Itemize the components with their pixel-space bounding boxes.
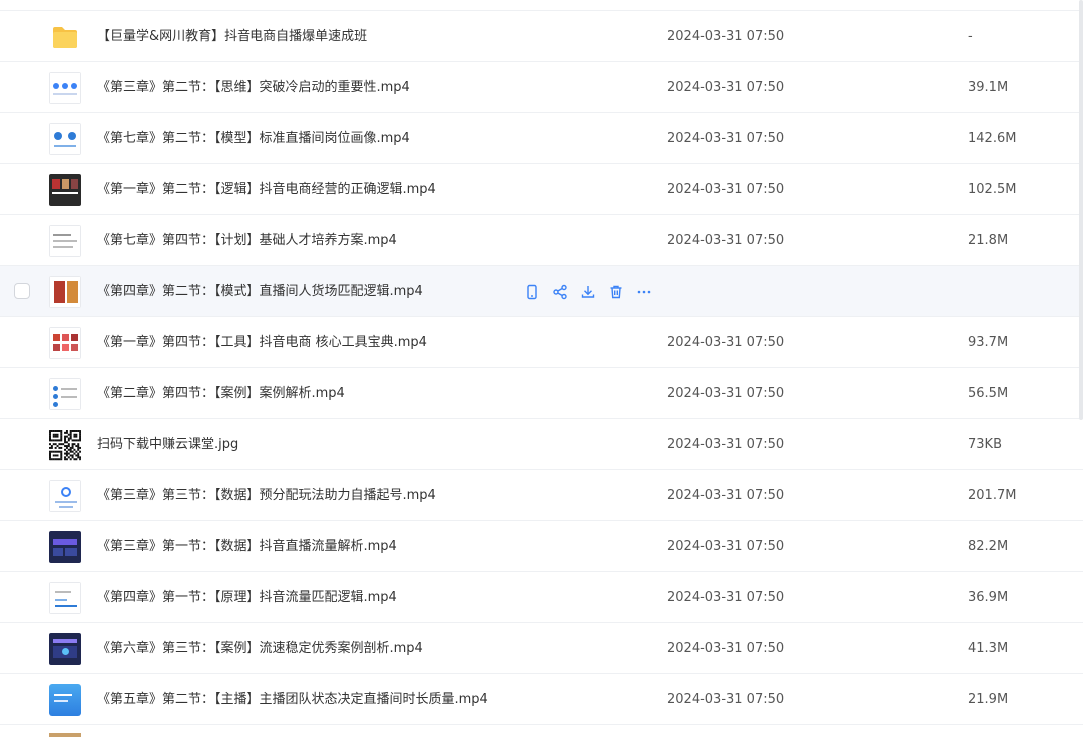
file-row[interactable]: 《第五章》第二节：【主播】主播团队状态决定直播间时长质量.mp4 2024-03-… [0, 674, 1083, 725]
file-row[interactable]: 《第二章》第四节：【案例】案例解析.mp4 2024-03-31 07:50 56.… [0, 368, 1083, 419]
qr-code-thumbnail [49, 429, 81, 461]
file-row[interactable]: 《第一章》第二节：【逻辑】抖音电商经营的正确逻辑.mp4 2024-03-31 0… [0, 164, 1083, 215]
modified-date: 2024-03-31 07:50 [667, 29, 785, 44]
file-size: 36.9M [968, 590, 1009, 605]
file-size: 41.3M [968, 641, 1009, 656]
file-row[interactable]: 《第七章》第二节：【模型】标准直播间岗位画像.mp4 2024-03-31 07:… [0, 113, 1083, 164]
file-name[interactable]: 《第四章》第一节：【原理】抖音流量匹配逻辑.mp4 [97, 572, 397, 623]
file-row[interactable]: 《第一章》第四节：【工具】抖音电商 核心工具宝典.mp4 2024-03-31 0… [0, 317, 1083, 368]
file-row[interactable]: 《第四章》第二节：【模式】直播间人货场匹配逻辑.mp4 [0, 266, 1083, 317]
modified-date: 2024-03-31 07:50 [667, 437, 785, 452]
file-thumbnail [49, 531, 81, 563]
modified-date: 2024-03-31 07:50 [667, 335, 785, 350]
modified-date: 2024-03-31 07:50 [667, 590, 785, 605]
top-divider [0, 10, 1083, 11]
download-icon[interactable] [578, 282, 598, 302]
file-size: 93.7M [968, 335, 1009, 350]
modified-date: 2024-03-31 07:50 [667, 182, 785, 197]
modified-date: 2024-03-31 07:50 [667, 641, 785, 656]
phone-icon[interactable] [522, 282, 542, 302]
modified-date: 2024-03-31 07:50 [667, 386, 785, 401]
file-name[interactable]: 《第五章》第二节：【主播】主播团队状态决定直播间时长质量.mp4 [97, 674, 488, 725]
file-size: 82.2M [968, 539, 1009, 554]
file-size: 56.5M [968, 386, 1009, 401]
file-row[interactable]: 《第六章》第三节：【案例】流速稳定优秀案例剖析.mp4 2024-03-31 07… [0, 623, 1083, 674]
delete-icon[interactable] [606, 282, 626, 302]
file-name[interactable]: 《第七章》第二节：【模型】标准直播间岗位画像.mp4 [97, 113, 410, 164]
file-thumbnail [49, 72, 81, 104]
next-row-thumbnail-peek [49, 733, 81, 737]
file-size: 39.1M [968, 80, 1009, 95]
file-name[interactable]: 《第三章》第一节：【数据】抖音直播流量解析.mp4 [97, 521, 397, 572]
modified-date: 2024-03-31 07:50 [667, 80, 785, 95]
file-row[interactable]: 《第三章》第一节：【数据】抖音直播流量解析.mp4 2024-03-31 07:5… [0, 521, 1083, 572]
file-row[interactable]: 《第四章》第一节：【原理】抖音流量匹配逻辑.mp4 2024-03-31 07:5… [0, 572, 1083, 623]
share-icon[interactable] [550, 282, 570, 302]
file-name[interactable]: 《第四章》第二节：【模式】直播间人货场匹配逻辑.mp4 [97, 266, 423, 317]
file-name[interactable]: 《第三章》第二节：【思维】突破冷启动的重要性.mp4 [97, 62, 410, 113]
file-thumbnail [49, 582, 81, 614]
file-thumbnail [49, 174, 81, 206]
modified-date: 2024-03-31 07:50 [667, 131, 785, 146]
file-row[interactable]: 《第三章》第二节：【思维】突破冷启动的重要性.mp4 2024-03-31 07:… [0, 62, 1083, 113]
file-name[interactable]: 《第一章》第二节：【逻辑】抖音电商经营的正确逻辑.mp4 [97, 164, 436, 215]
file-size: 21.9M [968, 692, 1009, 707]
file-thumbnail [49, 225, 81, 257]
file-name[interactable]: 《第一章》第四节：【工具】抖音电商 核心工具宝典.mp4 [97, 317, 427, 368]
file-row[interactable]: 扫码下载中赚云课堂.jpg 2024-03-31 07:50 73KB [0, 419, 1083, 470]
file-thumbnail [49, 123, 81, 155]
scrollbar[interactable] [1079, 0, 1083, 420]
file-name[interactable]: 《第三章》第三节：【数据】预分配玩法助力自播起号.mp4 [97, 470, 436, 521]
file-name[interactable]: 【巨量学&网川教育】抖音电商自播爆单速成班 [97, 11, 367, 62]
folder-icon [49, 21, 81, 53]
file-size: 142.6M [968, 131, 1017, 146]
file-size: 102.5M [968, 182, 1017, 197]
file-name[interactable]: 扫码下载中赚云课堂.jpg [97, 419, 238, 470]
modified-date: 2024-03-31 07:50 [667, 233, 785, 248]
file-name[interactable]: 《第六章》第三节：【案例】流速稳定优秀案例剖析.mp4 [97, 623, 423, 674]
file-thumbnail [49, 480, 81, 512]
file-size: - [968, 29, 973, 44]
file-row[interactable]: 《第三章》第三节：【数据】预分配玩法助力自播起号.mp4 2024-03-31 0… [0, 470, 1083, 521]
file-thumbnail [49, 378, 81, 410]
row-checkbox[interactable] [14, 283, 30, 299]
file-size: 201.7M [968, 488, 1017, 503]
file-thumbnail [49, 633, 81, 665]
modified-date: 2024-03-31 07:50 [667, 488, 785, 503]
folder-row[interactable]: 【巨量学&网川教育】抖音电商自播爆单速成班 2024-03-31 07:50 - [0, 11, 1083, 62]
modified-date: 2024-03-31 07:50 [667, 692, 785, 707]
modified-date: 2024-03-31 07:50 [667, 539, 785, 554]
file-name[interactable]: 《第二章》第四节：【案例】案例解析.mp4 [97, 368, 345, 419]
file-thumbnail [49, 327, 81, 359]
row-actions [522, 282, 654, 302]
file-row[interactable]: 《第七章》第四节：【计划】基础人才培养方案.mp4 2024-03-31 07:5… [0, 215, 1083, 266]
file-thumbnail [49, 684, 81, 716]
file-size: 21.8M [968, 233, 1009, 248]
more-icon[interactable] [634, 282, 654, 302]
file-name[interactable]: 《第七章》第四节：【计划】基础人才培养方案.mp4 [97, 215, 397, 266]
file-size: 73KB [968, 437, 1002, 452]
file-thumbnail [49, 276, 81, 308]
